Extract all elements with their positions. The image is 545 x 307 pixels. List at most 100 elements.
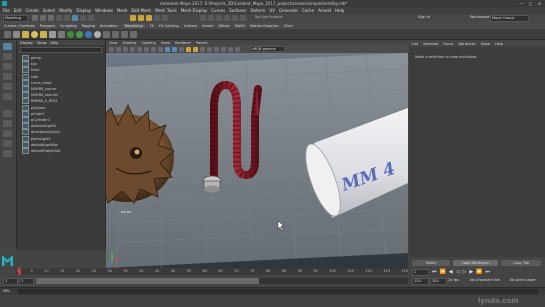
- persp-outliner-layout-icon[interactable]: [3, 130, 12, 137]
- four-view-layout-icon[interactable]: [3, 120, 12, 127]
- snap-grid-icon[interactable]: [130, 15, 136, 21]
- menu-create[interactable]: Create: [25, 8, 38, 13]
- shelf-tab-arnold[interactable]: Arnold: [202, 24, 213, 28]
- isolate-select-icon[interactable]: [228, 46, 233, 52]
- camera-icon[interactable]: [4, 30, 11, 38]
- current-frame-field[interactable]: 1: [412, 269, 429, 276]
- paint-select-tool-icon[interactable]: [3, 63, 12, 70]
- wireframe-icon[interactable]: [165, 46, 170, 52]
- persp-graph-layout-icon[interactable]: [3, 140, 12, 147]
- select-by-component-icon[interactable]: [88, 15, 94, 21]
- perspective-viewport[interactable]: MM 4: [106, 53, 408, 268]
- menu-modify[interactable]: Modify: [59, 8, 72, 13]
- render-settings-icon[interactable]: [232, 15, 238, 21]
- spot-light-icon[interactable]: [40, 30, 47, 38]
- anim-layer-dropdown[interactable]: No Anim Layer: [510, 278, 536, 282]
- film-gate-icon[interactable]: [144, 46, 149, 52]
- shelf-tab-rendering[interactable]: Rendering: [122, 23, 145, 28]
- command-input[interactable]: [18, 289, 538, 294]
- open-scene-icon[interactable]: [40, 15, 46, 21]
- ae-menu-show[interactable]: Show: [481, 42, 490, 46]
- snap-view-plane-icon[interactable]: [154, 15, 160, 21]
- shelf-tab-fx[interactable]: FX: [150, 24, 154, 28]
- lasso-tool-icon[interactable]: [3, 53, 12, 60]
- ambient-light-icon[interactable]: [13, 30, 20, 38]
- render-settings-shelf-icon[interactable]: [130, 30, 137, 38]
- menu-file[interactable]: File: [3, 8, 10, 13]
- ipr-shelf-icon[interactable]: [121, 30, 128, 38]
- render-view-icon[interactable]: [208, 15, 214, 21]
- ipr-render-icon[interactable]: [224, 15, 230, 21]
- directional-light-icon[interactable]: [22, 30, 29, 38]
- redo-icon[interactable]: [64, 15, 70, 21]
- step-back-key-icon[interactable]: ⏪: [440, 269, 446, 275]
- step-forward-key-icon[interactable]: ⏩: [476, 269, 482, 275]
- play-backwards-icon[interactable]: ◁: [456, 269, 460, 275]
- shelf-tab-animation[interactable]: Animation: [100, 24, 118, 28]
- shelf-tab-bifrost[interactable]: Bifrost: [218, 24, 229, 28]
- new-scene-icon[interactable]: [32, 15, 38, 21]
- point-light-icon[interactable]: [31, 30, 38, 38]
- menu-edit[interactable]: Edit: [14, 8, 22, 13]
- shelf-tab-xgen[interactable]: XGen: [284, 24, 293, 28]
- viewport-menu-panels[interactable]: Panels: [196, 41, 207, 45]
- step-back-frame-icon[interactable]: ◀: [449, 269, 453, 275]
- x-ray-icon[interactable]: [235, 46, 240, 52]
- hypershade-layout-icon[interactable]: [3, 150, 12, 157]
- rotate-tool-icon[interactable]: [3, 83, 12, 90]
- fps-dropdown[interactable]: 24 fps: [448, 278, 459, 282]
- move-tool-icon[interactable]: [3, 73, 12, 80]
- menu-mesh-display[interactable]: Mesh Display: [181, 8, 208, 13]
- wireframe-on-shaded-icon[interactable]: [179, 46, 184, 52]
- minimize-button[interactable]: —: [517, 1, 526, 6]
- use-all-lights-icon[interactable]: [193, 46, 198, 52]
- outliner-search-input[interactable]: [20, 47, 102, 53]
- area-light-icon[interactable]: [49, 30, 56, 38]
- menu-windows[interactable]: Windows: [95, 8, 113, 13]
- outliner-item[interactable]: defaultObjectSet: [17, 147, 105, 154]
- outliner-menu-display[interactable]: Display: [20, 41, 33, 45]
- go-to-end-icon[interactable]: ⏭: [485, 269, 490, 275]
- ae-copy-tab-button[interactable]: Copy Tab: [501, 260, 541, 266]
- make-live-icon[interactable]: [162, 15, 168, 21]
- ae-menu-help[interactable]: Help: [495, 42, 503, 46]
- range-slider-handle[interactable]: [36, 278, 260, 284]
- menu-help[interactable]: Help: [335, 8, 344, 13]
- resolution-gate-icon[interactable]: [151, 46, 156, 52]
- blinn-material-icon[interactable]: [67, 30, 74, 38]
- close-button[interactable]: ✕: [535, 1, 544, 6]
- workspace-dropdown[interactable]: Maya Classic: [490, 15, 529, 22]
- menu-display[interactable]: Display: [76, 8, 91, 13]
- render-frame-icon[interactable]: [216, 15, 222, 21]
- outliner-menu-help[interactable]: Help: [50, 41, 58, 45]
- play-forwards-icon[interactable]: ▷: [462, 269, 466, 275]
- menu-generate[interactable]: Generate: [279, 8, 298, 13]
- snap-point-icon[interactable]: [146, 15, 152, 21]
- volume-light-icon[interactable]: [58, 30, 65, 38]
- shelf-tab-fx-caching[interactable]: FX Caching: [159, 24, 179, 28]
- surface-shader-icon[interactable]: [94, 30, 101, 38]
- viewport-menu-view[interactable]: View: [109, 41, 117, 45]
- playback-end-field[interactable]: 120: [412, 278, 429, 285]
- shelf-tab-polygons[interactable]: Polygons: [40, 24, 56, 28]
- shelf-tab-sculpting[interactable]: Sculpting: [60, 24, 76, 28]
- snap-curve-icon[interactable]: [138, 15, 144, 21]
- ae-menu-selected[interactable]: Selected: [423, 42, 438, 46]
- viewport-menu-renderer[interactable]: Renderer: [175, 41, 191, 45]
- render-view-shelf-icon[interactable]: [103, 30, 110, 38]
- ae-select-button[interactable]: Select: [412, 260, 450, 266]
- save-scene-icon[interactable]: [48, 15, 54, 21]
- motion-blur-icon[interactable]: [214, 46, 219, 52]
- shadows-icon[interactable]: [200, 46, 205, 52]
- grid-icon[interactable]: [137, 46, 142, 52]
- construction-history-icon[interactable]: [200, 15, 206, 21]
- menu-arnold[interactable]: Arnold: [318, 8, 331, 13]
- undo-icon[interactable]: [56, 15, 62, 21]
- camera-attributes-icon[interactable]: [116, 46, 121, 52]
- ambient-occlusion-icon[interactable]: [207, 46, 212, 52]
- menuset-dropdown[interactable]: Modeling: [3, 15, 28, 22]
- select-by-hierarchy-icon[interactable]: [72, 15, 78, 21]
- animation-start-field[interactable]: 1: [3, 278, 18, 285]
- smooth-shade-icon[interactable]: [172, 46, 177, 52]
- menu-select[interactable]: Select: [43, 8, 55, 13]
